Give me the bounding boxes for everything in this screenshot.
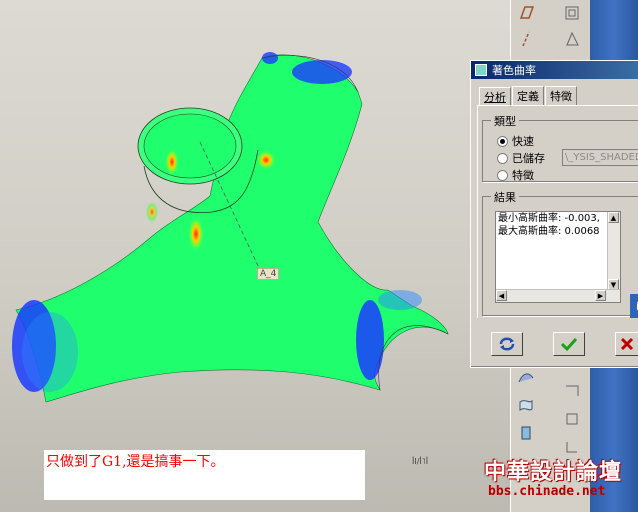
radio-saved-indicator[interactable] [497, 152, 508, 164]
ok-button[interactable] [553, 332, 585, 356]
dialog-titlebar[interactable]: 著色曲率 [471, 61, 638, 79]
curvature-dialog: 著色曲率 分析 定義 特徵 類型 快速 已儲存 特徵 \_YSIS_SHADED… [470, 60, 638, 368]
tab-analysis[interactable]: 分析 [479, 87, 511, 107]
radio-quick-label: 快速 [512, 135, 534, 148]
shaded-surface-model[interactable] [0, 0, 510, 512]
result-min-gauss: 最小高斯曲率: -0.003, [498, 213, 600, 224]
tab-definition[interactable]: 定義 [512, 86, 544, 106]
dialog-tabs: 分析 定義 特徵 [479, 86, 578, 107]
window-icon [475, 64, 487, 76]
sketch-box-icon[interactable] [561, 2, 583, 24]
scroll-right-icon[interactable]: ▶ [595, 290, 606, 301]
blend-surface-icon[interactable] [515, 366, 537, 388]
radio-saved-label: 已儲存 [512, 152, 545, 165]
radio-saved[interactable]: 已儲存 [497, 150, 545, 166]
info-icon[interactable]: i [630, 294, 638, 318]
close-x-icon [620, 337, 634, 351]
radio-feature[interactable]: 特徵 [497, 167, 534, 183]
datum-point-icon[interactable] [561, 28, 583, 50]
radio-quick-indicator[interactable] [497, 135, 508, 147]
results-group: 結果 最小高斯曲率: -0.003, 最大高斯曲率: 0.0068 ▲ ▼ ◀ … [482, 189, 638, 316]
results-group-title: 結果 [491, 189, 519, 205]
radio-quick[interactable]: 快速 [497, 133, 534, 149]
radio-feature-label: 特徵 [512, 169, 534, 182]
site-watermark: 中華設計論壇 bbs.chinade.net [480, 452, 635, 504]
saved-analysis-field: \_YSIS_SHADED_ [562, 149, 638, 166]
repaint-icon [499, 337, 515, 351]
dialog-title: 著色曲率 [492, 64, 536, 77]
note-text: 只做到了G1,還是搞事一下。 [46, 454, 225, 470]
scale-mark: ꟾI/ꟾ˥ꟾ [412, 457, 429, 466]
horizontal-scrollbar[interactable]: ◀ ▶ [496, 289, 620, 302]
tab-panel: 類型 快速 已儲存 特徵 \_YSIS_SHADED_ 結果 最小高斯曲率: -… [477, 105, 638, 318]
model-viewport[interactable]: A_4 只做到了G1,還是搞事一下。 ꟾI/ꟾ˥ꟾ [0, 0, 510, 512]
datum-axis-icon[interactable] [515, 28, 537, 50]
extend-icon[interactable] [561, 408, 583, 430]
result-max-gauss: 最大高斯曲率: 0.0068 [498, 226, 600, 237]
repaint-button[interactable] [491, 332, 523, 356]
scroll-up-icon[interactable]: ▲ [608, 212, 619, 223]
tab-feature[interactable]: 特徵 [545, 86, 577, 106]
scroll-left-icon[interactable]: ◀ [496, 290, 507, 301]
axis-label: A_4 [257, 268, 280, 280]
datum-plane-icon[interactable] [515, 2, 537, 24]
watermark-url: bbs.chinade.net [488, 484, 606, 499]
type-group: 類型 快速 已儲存 特徵 \_YSIS_SHADED_ [482, 113, 638, 183]
sweep-surface-icon[interactable] [515, 422, 537, 444]
results-list[interactable]: 最小高斯曲率: -0.003, 最大高斯曲率: 0.0068 ▲ ▼ ◀ ▶ [495, 211, 621, 303]
type-group-title: 類型 [491, 113, 519, 129]
trim-icon[interactable] [561, 380, 583, 402]
boundary-surface-icon[interactable] [515, 394, 537, 416]
watermark-title: 中華設計論壇 [484, 459, 623, 485]
note-box: 只做到了G1,還是搞事一下。 [44, 450, 365, 500]
check-icon [560, 337, 578, 352]
close-button[interactable] [615, 332, 638, 356]
radio-feature-indicator[interactable] [497, 169, 508, 181]
